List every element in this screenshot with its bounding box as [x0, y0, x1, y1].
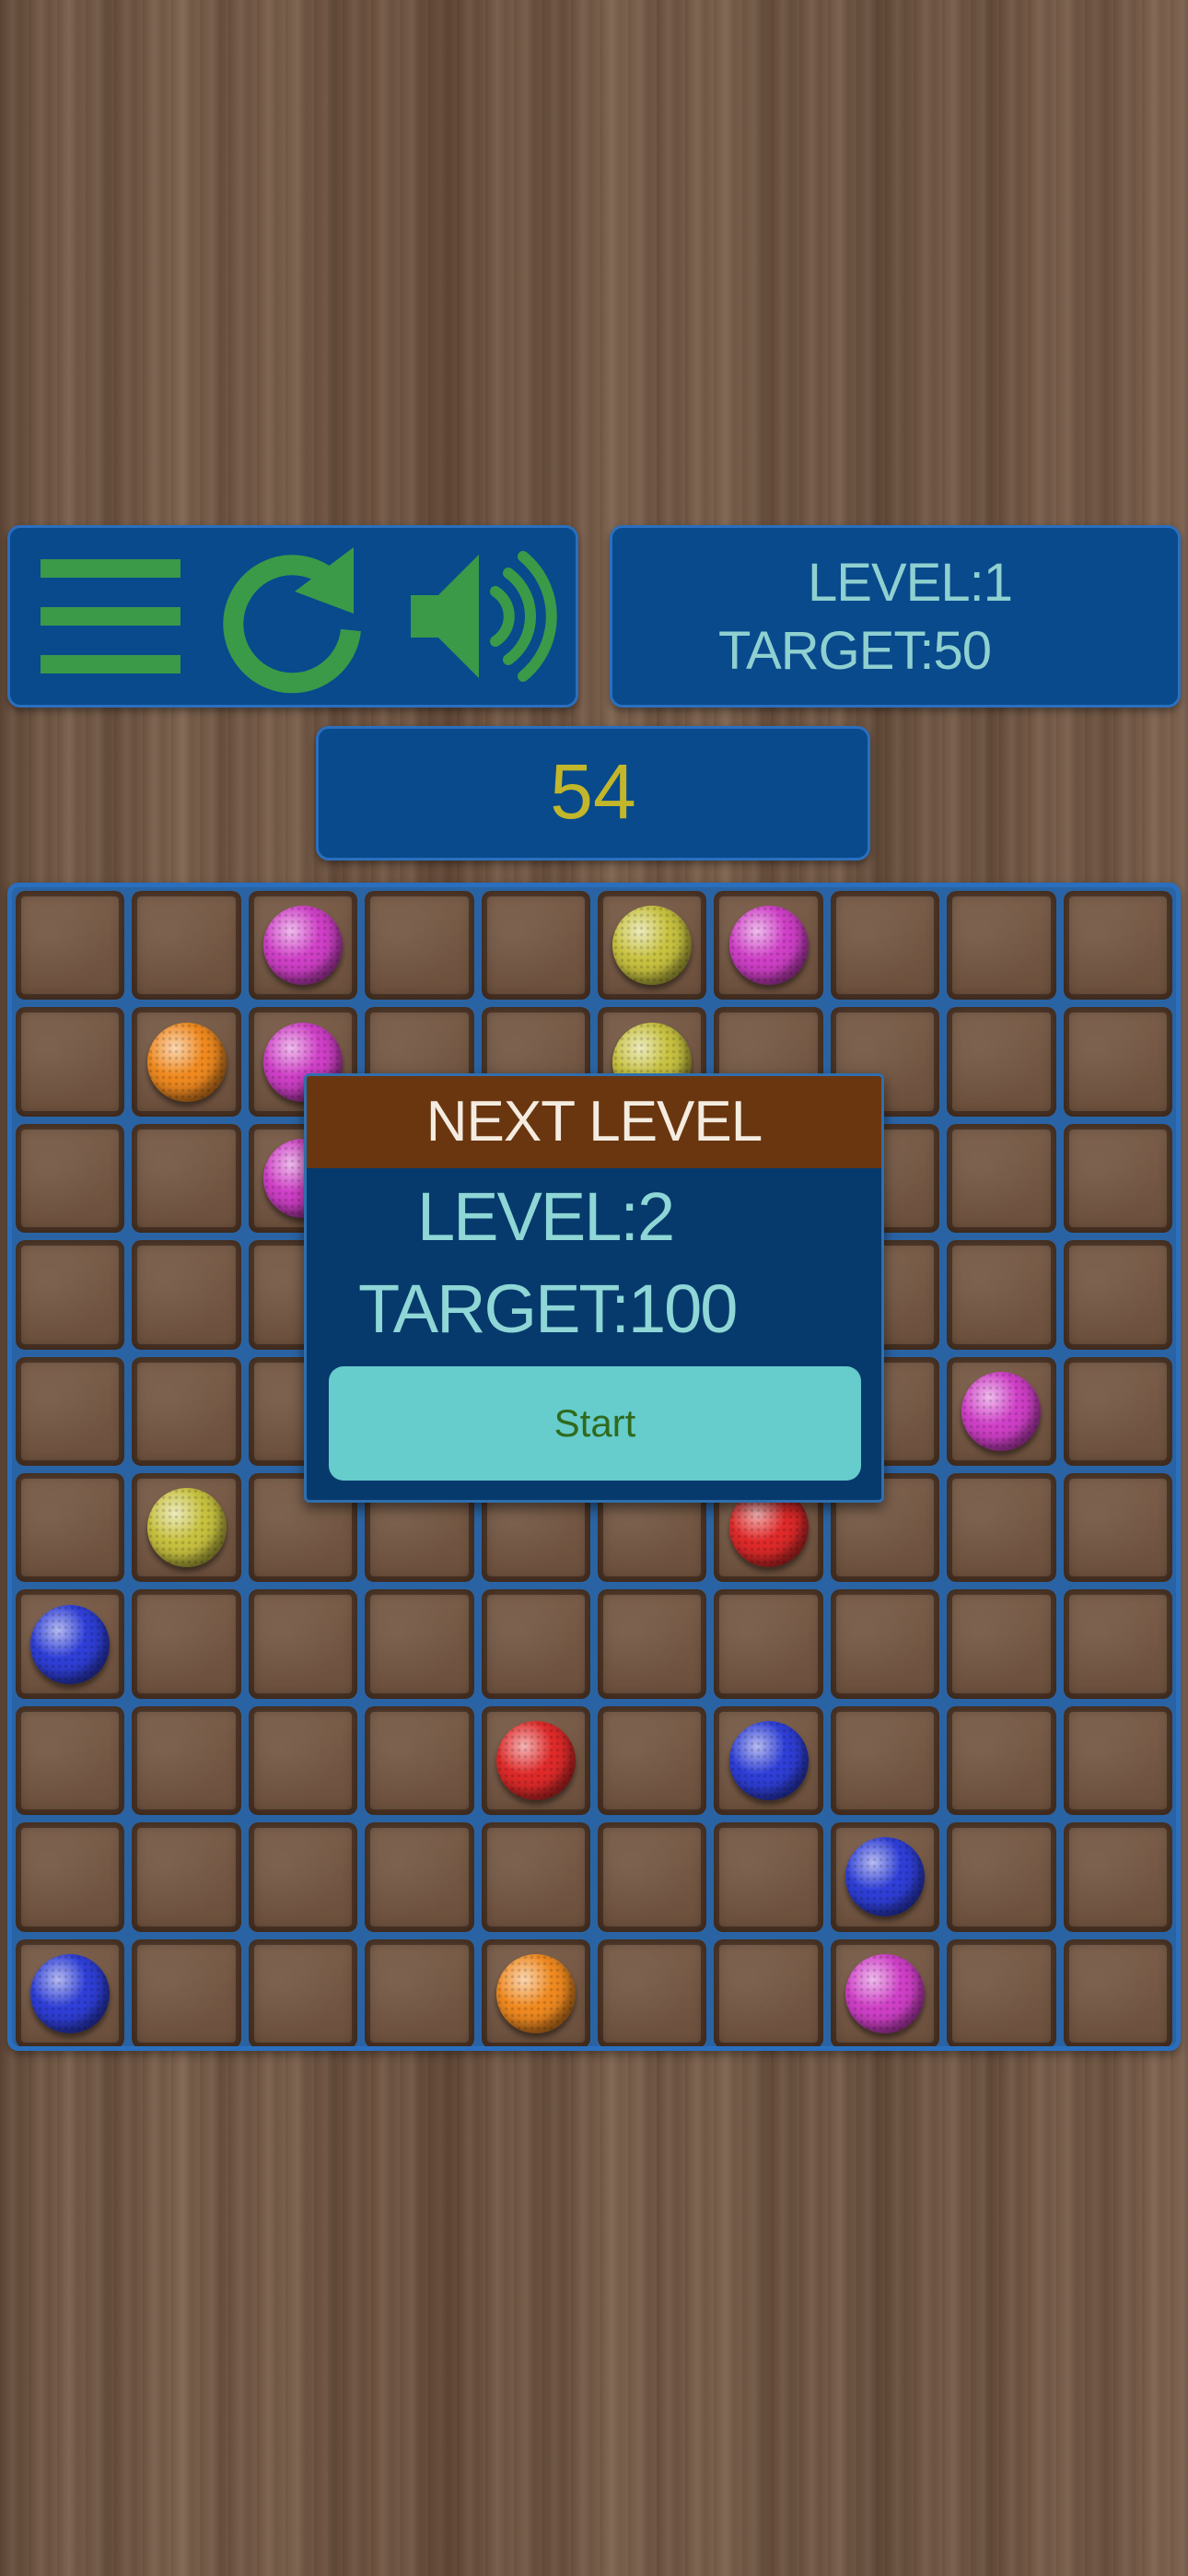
blue-ball[interactable]	[728, 1720, 809, 1800]
board-cell[interactable]	[598, 1822, 707, 1932]
board-cell[interactable]	[481, 1589, 590, 1699]
level-info-panel: LEVEL:1 TARGET:50	[610, 525, 1181, 708]
score-panel: 54	[316, 726, 870, 861]
board-cell[interactable]	[830, 1822, 940, 1932]
board-cell[interactable]	[248, 891, 358, 1001]
restart-button[interactable]	[211, 528, 377, 705]
board-cell[interactable]	[1063, 1822, 1172, 1932]
board-cell[interactable]	[1063, 1123, 1172, 1234]
blue-ball[interactable]	[30, 1604, 111, 1684]
board-cell[interactable]	[365, 1938, 474, 2046]
board-cell[interactable]	[714, 1589, 823, 1699]
board-cell[interactable]	[947, 1473, 1056, 1583]
orange-ball[interactable]	[146, 1022, 227, 1102]
board-cell[interactable]	[248, 1705, 358, 1816]
board-cell[interactable]	[16, 1123, 125, 1234]
board-cell[interactable]	[830, 1589, 940, 1699]
next-level-label: LEVEL:2	[417, 1178, 675, 1255]
dialog-title: NEXT LEVEL	[307, 1076, 881, 1168]
board-cell[interactable]	[365, 1822, 474, 1932]
board-cell[interactable]	[16, 1822, 125, 1932]
board-cell[interactable]	[132, 1705, 241, 1816]
board-cell[interactable]	[947, 1938, 1056, 2046]
board-cell[interactable]	[365, 1705, 474, 1816]
board-cell[interactable]	[947, 1123, 1056, 1234]
board-cell[interactable]	[947, 1589, 1056, 1699]
magenta-ball[interactable]	[961, 1371, 1042, 1451]
current-level-label: LEVEL:1	[808, 553, 1013, 613]
board-cell[interactable]	[1063, 1705, 1172, 1816]
board-cell[interactable]	[714, 1938, 823, 2046]
blue-ball[interactable]	[844, 1837, 925, 1917]
board-cell[interactable]	[481, 1705, 590, 1816]
board-cell[interactable]	[132, 1007, 241, 1117]
board-cell[interactable]	[947, 1240, 1056, 1350]
board-cell[interactable]	[16, 1240, 125, 1350]
board-cell[interactable]	[132, 1822, 241, 1932]
board-cell[interactable]	[1063, 1356, 1172, 1466]
board-cell[interactable]	[132, 1473, 241, 1583]
board-cell[interactable]	[830, 891, 940, 1001]
hamburger-menu-icon	[41, 559, 181, 673]
orange-ball[interactable]	[495, 1953, 576, 2033]
board-cell[interactable]	[947, 1356, 1056, 1466]
board-cell[interactable]	[1063, 1589, 1172, 1699]
magenta-ball[interactable]	[262, 906, 343, 986]
score-value: 54	[550, 748, 636, 835]
board-cell[interactable]	[132, 1240, 241, 1350]
board-cell[interactable]	[16, 1356, 125, 1466]
blue-ball[interactable]	[30, 1953, 111, 2033]
board-cell[interactable]	[248, 1938, 358, 2046]
board-cell[interactable]	[132, 1938, 241, 2046]
board-cell[interactable]	[947, 1705, 1056, 1816]
next-target-label: TARGET:100	[358, 1270, 738, 1347]
board-cell[interactable]	[132, 1356, 241, 1466]
board-cell[interactable]	[1063, 891, 1172, 1001]
board-cell[interactable]	[16, 1589, 125, 1699]
board-cell[interactable]	[132, 1123, 241, 1234]
board-cell[interactable]	[714, 1822, 823, 1932]
restart-arrow-icon	[223, 547, 361, 694]
next-level-dialog: NEXT LEVEL LEVEL:2 TARGET:100 Start	[304, 1073, 884, 1503]
board-cell[interactable]	[598, 1705, 707, 1816]
board-cell[interactable]	[16, 891, 125, 1001]
board-cell[interactable]	[830, 1938, 940, 2046]
red-ball[interactable]	[495, 1720, 576, 1800]
board-cell[interactable]	[481, 891, 590, 1001]
board-cell[interactable]	[16, 1007, 125, 1117]
board-cell[interactable]	[1063, 1473, 1172, 1583]
board-cell[interactable]	[1063, 1938, 1172, 2046]
board-cell[interactable]	[16, 1705, 125, 1816]
menu-button[interactable]	[32, 528, 189, 705]
board-cell[interactable]	[598, 1589, 707, 1699]
controls-panel	[7, 525, 578, 708]
yellow-ball[interactable]	[612, 906, 693, 986]
current-target-label: TARGET:50	[717, 621, 992, 681]
board-cell[interactable]	[947, 1822, 1056, 1932]
yellow-ball[interactable]	[146, 1488, 227, 1568]
board-cell[interactable]	[947, 891, 1056, 1001]
board-cell[interactable]	[947, 1007, 1056, 1117]
start-button[interactable]: Start	[329, 1366, 861, 1481]
board-cell[interactable]	[481, 1822, 590, 1932]
board-cell[interactable]	[365, 891, 474, 1001]
board-cell[interactable]	[248, 1589, 358, 1699]
board-cell[interactable]	[16, 1473, 125, 1583]
board-cell[interactable]	[714, 1705, 823, 1816]
board-cell[interactable]	[132, 1589, 241, 1699]
board-cell[interactable]	[1063, 1007, 1172, 1117]
board-cell[interactable]	[16, 1938, 125, 2046]
magenta-ball[interactable]	[728, 906, 809, 986]
board-cell[interactable]	[1063, 1240, 1172, 1350]
board-cell[interactable]	[132, 891, 241, 1001]
magenta-ball[interactable]	[844, 1953, 925, 2033]
board-cell[interactable]	[248, 1822, 358, 1932]
board-cell[interactable]	[365, 1589, 474, 1699]
board-cell[interactable]	[598, 1938, 707, 2046]
board-cell[interactable]	[481, 1938, 590, 2046]
board-cell[interactable]	[714, 891, 823, 1001]
board-cell[interactable]	[598, 891, 707, 1001]
board-cell[interactable]	[830, 1705, 940, 1816]
